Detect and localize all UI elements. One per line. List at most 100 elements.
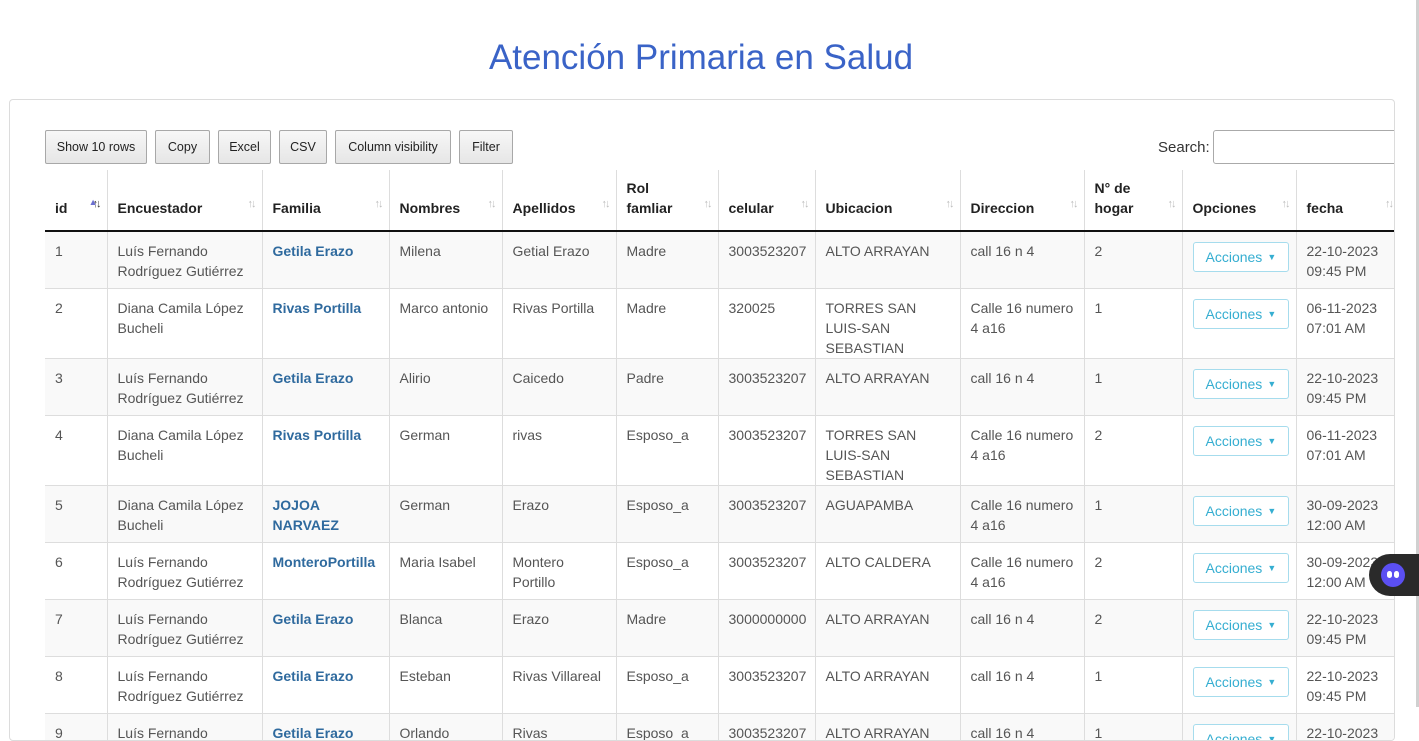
acciones-label: Acciones: [1206, 672, 1263, 692]
cell-id: 4: [45, 415, 107, 485]
column-header-familia[interactable]: Familia↑↓: [262, 170, 389, 231]
cell-direccion: Calle 16 numero 4 a16: [960, 288, 1084, 358]
family-link[interactable]: Rivas Portilla: [273, 300, 362, 316]
column-header-opciones[interactable]: Opciones↑↓: [1182, 170, 1296, 231]
cell-direccion: call 16 n 4: [960, 358, 1084, 415]
column-header-nombres[interactable]: Nombres↑↓: [389, 170, 502, 231]
cell-nombres: Esteban: [389, 656, 502, 713]
cell-nombres: Orlando: [389, 713, 502, 741]
column-header-hogar[interactable]: N° de hogar↑↓: [1084, 170, 1182, 231]
acciones-dropdown-button[interactable]: Acciones▼: [1193, 496, 1290, 526]
cell-opciones: Acciones▼: [1182, 713, 1296, 741]
cell-fecha: 22-10-2023 09:45 PM: [1296, 358, 1395, 415]
cell-celular: 3003523207: [718, 415, 815, 485]
column-visibility-button[interactable]: Column visibility: [335, 130, 451, 164]
column-header-celular[interactable]: celular↑↓: [718, 170, 815, 231]
family-link[interactable]: Getila Erazo: [273, 611, 354, 627]
cell-hogar: 1: [1084, 485, 1182, 542]
column-header-label: Ubicacion: [826, 200, 893, 216]
cell-familia: Getila Erazo: [262, 358, 389, 415]
acciones-dropdown-button[interactable]: Acciones▼: [1193, 369, 1290, 399]
caret-down-icon: ▼: [1267, 431, 1276, 451]
table-row: 6Luís Fernando Rodríguez GutiérrezMonter…: [45, 542, 1395, 599]
family-link[interactable]: JOJOA NARVAEZ: [273, 497, 339, 533]
table-row: 9Luís Fernando Rodríguez GutiérrezGetila…: [45, 713, 1395, 741]
column-header-id[interactable]: id↑↓▲: [45, 170, 107, 231]
cell-apellidos: Erazo: [502, 599, 616, 656]
cell-celular: 3003523207: [718, 713, 815, 741]
cell-direccion: Calle 16 numero 4 a16: [960, 485, 1084, 542]
show-rows-button[interactable]: Show 10 rows: [45, 130, 147, 164]
column-header-label: Apellidos: [513, 200, 576, 216]
acciones-dropdown-button[interactable]: Acciones▼: [1193, 553, 1290, 583]
excel-button[interactable]: Excel: [218, 130, 271, 164]
family-link[interactable]: Getila Erazo: [273, 725, 354, 741]
caret-down-icon: ▼: [1267, 672, 1276, 692]
column-header-fecha[interactable]: fecha↑↓: [1296, 170, 1395, 231]
cell-encuestador: Diana Camila López Bucheli: [107, 288, 262, 358]
family-link[interactable]: Getila Erazo: [273, 243, 354, 259]
cell-apellidos: Rivas Portilla: [502, 288, 616, 358]
csv-button[interactable]: CSV: [279, 130, 327, 164]
cell-id: 5: [45, 485, 107, 542]
cell-id: 3: [45, 358, 107, 415]
acciones-dropdown-button[interactable]: Acciones▼: [1193, 299, 1290, 329]
sort-arrows-icon: ↑↓: [602, 194, 609, 214]
cell-ubicacion: ALTO ARRAYAN: [815, 713, 960, 741]
column-header-ubicacion[interactable]: Ubicacion↑↓: [815, 170, 960, 231]
column-header-label: id: [55, 200, 67, 216]
cell-ubicacion: ALTO ARRAYAN: [815, 599, 960, 656]
chat-bot-icon: [1381, 563, 1405, 587]
cell-direccion: call 16 n 4: [960, 713, 1084, 741]
cell-nombres: Blanca: [389, 599, 502, 656]
acciones-dropdown-button[interactable]: Acciones▼: [1193, 667, 1290, 697]
search-input[interactable]: [1213, 130, 1395, 164]
cell-opciones: Acciones▼: [1182, 288, 1296, 358]
cell-direccion: Calle 16 numero 4 a16: [960, 542, 1084, 599]
acciones-dropdown-button[interactable]: Acciones▼: [1193, 426, 1290, 456]
sort-ascending-icon: ▲: [89, 192, 98, 212]
acciones-dropdown-button[interactable]: Acciones▼: [1193, 610, 1290, 640]
cell-familia: Getila Erazo: [262, 231, 389, 288]
column-header-direccion[interactable]: Direccion↑↓: [960, 170, 1084, 231]
column-header-encuestador[interactable]: Encuestador↑↓: [107, 170, 262, 231]
caret-down-icon: ▼: [1267, 247, 1276, 267]
cell-hogar: 2: [1084, 231, 1182, 288]
sort-arrows-icon: ↑↓: [704, 194, 711, 214]
cell-encuestador: Luís Fernando Rodríguez Gutiérrez: [107, 358, 262, 415]
cell-opciones: Acciones▼: [1182, 415, 1296, 485]
cell-familia: MonteroPortilla: [262, 542, 389, 599]
acciones-dropdown-button[interactable]: Acciones▼: [1193, 242, 1290, 272]
cell-id: 6: [45, 542, 107, 599]
acciones-label: Acciones: [1206, 615, 1263, 635]
cell-id: 8: [45, 656, 107, 713]
cell-rol: Padre: [616, 358, 718, 415]
cell-nombres: German: [389, 485, 502, 542]
cell-familia: JOJOA NARVAEZ: [262, 485, 389, 542]
column-header-rol[interactable]: Rol famliar↑↓: [616, 170, 718, 231]
cell-celular: 3003523207: [718, 485, 815, 542]
sort-arrows-icon: ↑↓: [248, 194, 255, 214]
cell-celular: 3003523207: [718, 542, 815, 599]
family-link[interactable]: Rivas Portilla: [273, 427, 362, 443]
column-header-label: fecha: [1307, 200, 1344, 216]
cell-rol: Madre: [616, 231, 718, 288]
acciones-dropdown-button[interactable]: Acciones▼: [1193, 724, 1290, 741]
family-link[interactable]: Getila Erazo: [273, 668, 354, 684]
chat-widget-button[interactable]: [1369, 554, 1419, 596]
family-link[interactable]: MonteroPortilla: [273, 554, 376, 570]
column-header-apellidos[interactable]: Apellidos ↑↓: [502, 170, 616, 231]
acciones-label: Acciones: [1206, 374, 1263, 394]
table-row: 4Diana Camila López BucheliRivas Portill…: [45, 415, 1395, 485]
cell-hogar: 1: [1084, 713, 1182, 741]
caret-down-icon: ▼: [1267, 501, 1276, 521]
filter-button[interactable]: Filter: [459, 130, 513, 164]
search-label: Search:: [1158, 139, 1210, 156]
cell-rol: Esposo_a: [616, 485, 718, 542]
copy-button[interactable]: Copy: [155, 130, 210, 164]
family-link[interactable]: Getila Erazo: [273, 370, 354, 386]
cell-fecha: 22-10-2023 09:45 PM: [1296, 713, 1395, 741]
cell-ubicacion: ALTO ARRAYAN: [815, 358, 960, 415]
cell-familia: Getila Erazo: [262, 656, 389, 713]
column-header-label: N° de hogar: [1095, 180, 1134, 216]
